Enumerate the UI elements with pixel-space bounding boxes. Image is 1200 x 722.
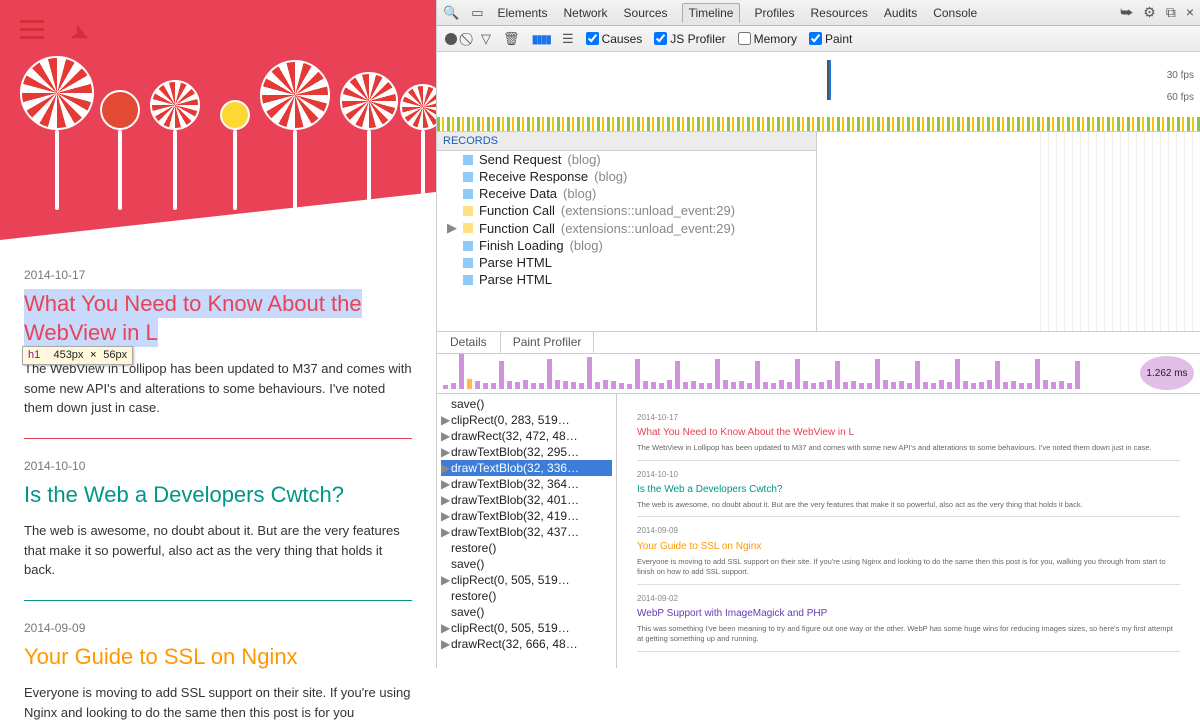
record-row[interactable]: Parse HTML (437, 254, 816, 271)
post-excerpt: Everyone is moving to add SSL support on… (24, 683, 412, 722)
garbage-icon[interactable]: 🗑 (503, 31, 520, 47)
post-date: 2014-10-17 (24, 268, 412, 282)
paint-command[interactable]: ▶drawTextBlob(32, 336… (441, 460, 612, 476)
post-date: 2014-10-10 (24, 459, 412, 473)
paint-command[interactable]: ▶drawTextBlob(32, 419… (441, 508, 612, 524)
tab-network[interactable]: Network (562, 3, 610, 23)
paint-command[interactable]: ▶clipRect(0, 505, 519… (441, 572, 612, 588)
record-row[interactable]: Finish Loading (blog) (437, 237, 816, 254)
rendered-page: ➤ 2014-10-17 What You Need to Know About… (0, 0, 436, 668)
post-excerpt: The WebView in Lollipop has been updated… (24, 359, 412, 418)
records-header: RECORDS (437, 132, 816, 151)
element-dimensions-tooltip: h1 453px × 56px (22, 346, 133, 365)
check-js-profiler[interactable]: JS Profiler (654, 32, 725, 46)
selection-time-badge: 1.262 ms (1140, 356, 1194, 390)
paint-command[interactable]: ▶drawTextBlob(32, 295… (441, 444, 612, 460)
post-date: 2014-09-09 (24, 621, 412, 635)
post-title[interactable]: What You Need to Know About the WebView … (24, 289, 362, 347)
tab-profiles[interactable]: Profiles (752, 3, 796, 23)
paint-command[interactable]: ▶clipRect(0, 283, 519… (441, 412, 612, 428)
hamburger-icon[interactable] (20, 20, 44, 39)
paint-profiler: 1.262 ms save()▶clipRect(0, 283, 519…▶dr… (437, 354, 1200, 668)
drawer-icon[interactable]: ⮩ (1120, 4, 1133, 21)
settings-icon[interactable]: ⚙ (1143, 4, 1156, 21)
paint-bar-chart[interactable]: 1.262 ms (437, 354, 1200, 394)
timeline-toolbar: ⃠ ▽ 🗑 ▮▮▮▮ ☰ Causes JS Profiler Memory P… (437, 26, 1200, 52)
record-row[interactable]: Parse HTML (437, 271, 816, 288)
fps-label: 60 fps (1167, 92, 1194, 103)
record-button[interactable] (445, 33, 457, 45)
device-icon[interactable]: ▭ (471, 5, 483, 21)
view-bars-icon[interactable]: ▮▮▮▮ (532, 32, 550, 46)
paint-command[interactable]: ▶drawRect(32, 472, 48… (441, 428, 612, 444)
close-icon[interactable]: × (1186, 4, 1194, 21)
fps-label: 30 fps (1167, 70, 1194, 81)
post-title[interactable]: Your Guide to SSL on Nginx (24, 643, 412, 672)
devtools-panel: 🔍 ▭ Elements Network Sources Timeline Profil… (436, 0, 1200, 668)
timeline-overview[interactable]: 30 fps 60 fps (437, 52, 1200, 132)
view-flame-icon[interactable]: ☰ (562, 31, 574, 47)
tab-sources[interactable]: Sources (622, 3, 670, 23)
paint-command[interactable]: ▶drawTextBlob(32, 364… (441, 476, 612, 492)
tab-timeline[interactable]: Timeline (682, 3, 741, 23)
tab-resources[interactable]: Resources (808, 3, 869, 23)
tab-audits[interactable]: Audits (882, 3, 919, 23)
tab-console[interactable]: Console (931, 3, 979, 23)
paint-preview: 2014-10-17What You Need to Know About th… (617, 394, 1200, 668)
record-row[interactable]: Receive Response (blog) (437, 168, 816, 185)
post-list: 2014-10-17 What You Need to Know About t… (0, 240, 436, 722)
search-icon[interactable]: 🔍 (443, 5, 459, 21)
devtools-tabbar: 🔍 ▭ Elements Network Sources Timeline Profil… (437, 0, 1200, 26)
post-excerpt: The web is awesome, no doubt about it. B… (24, 521, 412, 580)
record-row[interactable]: Send Request (blog) (437, 151, 816, 168)
paint-command[interactable]: restore() (441, 540, 612, 556)
check-paint[interactable]: Paint (809, 32, 852, 46)
paint-command[interactable]: ▶drawTextBlob(32, 401… (441, 492, 612, 508)
paint-command[interactable]: ▶clipRect(0, 505, 519… (441, 620, 612, 636)
paint-command-list[interactable]: save()▶clipRect(0, 283, 519…▶drawRect(32… (437, 394, 617, 668)
divider (24, 600, 412, 601)
paint-command[interactable]: ▶drawTextBlob(32, 437… (441, 524, 612, 540)
candy-illustration (0, 50, 436, 210)
check-causes[interactable]: Causes (586, 32, 643, 46)
record-row[interactable]: ▶Function Call (extensions::unload_event… (437, 219, 816, 237)
check-memory[interactable]: Memory (738, 32, 797, 46)
paint-command[interactable]: restore() (441, 588, 612, 604)
detail-tabs: DetailsPaint Profiler (437, 332, 1200, 354)
tab-elements[interactable]: Elements (495, 3, 549, 23)
dock-icon[interactable]: ⧉ (1166, 4, 1176, 21)
records-area: RECORDS Send Request (blog)Receive Respo… (437, 132, 1200, 332)
subtab-paint-profiler[interactable]: Paint Profiler (500, 331, 595, 353)
location-icon[interactable]: ➤ (65, 17, 95, 52)
records-timeline[interactable] (817, 132, 1200, 331)
record-row[interactable]: Function Call (extensions::unload_event:… (437, 202, 816, 219)
paint-command[interactable]: save() (441, 396, 612, 412)
subtab-details[interactable]: Details (437, 331, 500, 353)
post-title[interactable]: Is the Web a Developers Cwtch? (24, 481, 412, 510)
divider (24, 438, 412, 439)
paint-command[interactable]: save() (441, 556, 612, 572)
paint-command[interactable]: ▶drawRect(32, 666, 48… (441, 636, 612, 652)
record-row[interactable]: Receive Data (blog) (437, 185, 816, 202)
filter-icon[interactable]: ▽ (481, 31, 491, 47)
hero-banner: ➤ (0, 0, 436, 240)
paint-command[interactable]: save() (441, 604, 612, 620)
